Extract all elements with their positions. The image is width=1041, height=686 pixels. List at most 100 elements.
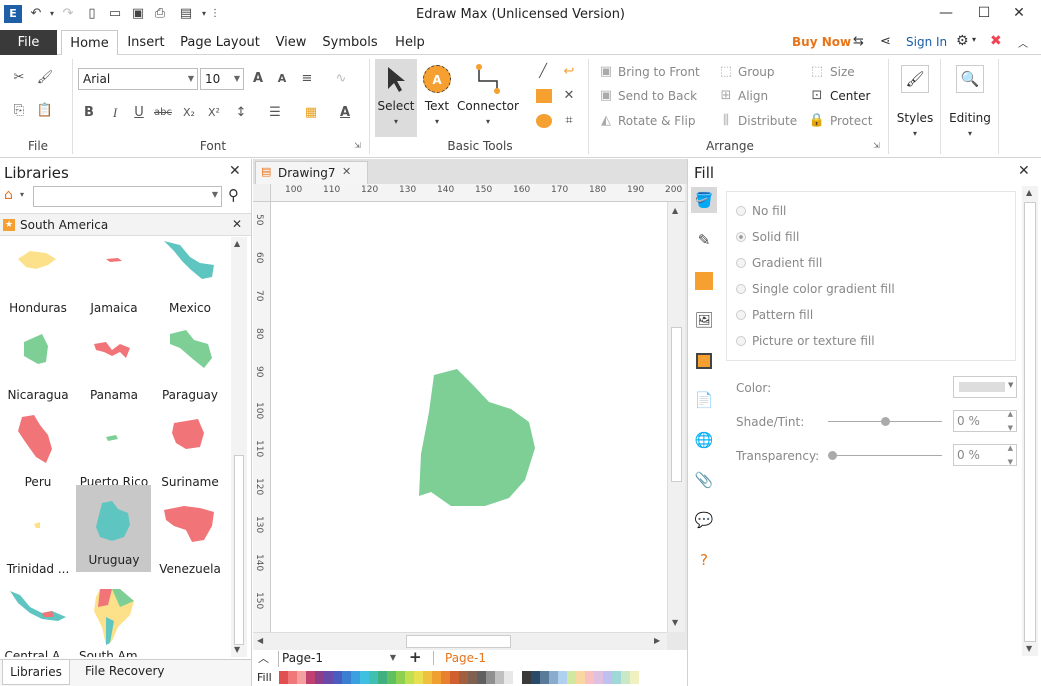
help-icon[interactable]: ? (691, 547, 717, 573)
bold-icon[interactable]: B (80, 104, 98, 122)
tab-insert[interactable]: Insert (122, 30, 170, 55)
transparency-input[interactable]: 0 % ▲ ▼ (953, 444, 1017, 466)
palette-swatch[interactable] (360, 671, 369, 684)
library-item-peru[interactable]: Peru (0, 411, 76, 498)
palette-swatch[interactable] (369, 671, 378, 684)
comment-icon[interactable]: 💬 (691, 507, 717, 533)
tab-symbols[interactable]: Symbols (321, 30, 379, 55)
palette-swatch[interactable] (378, 671, 387, 684)
palette-swatch[interactable] (621, 671, 630, 684)
palette-swatch[interactable] (630, 671, 639, 684)
gear-dropdown-icon[interactable]: ▾ (972, 35, 976, 44)
fill-option-no-fill[interactable]: No fill (736, 204, 786, 218)
palette-swatch[interactable] (315, 671, 324, 684)
distribute-button[interactable]: Distribute (738, 114, 797, 128)
drawing-page[interactable] (271, 202, 667, 632)
palette-swatch[interactable] (279, 671, 288, 684)
palette-swatch[interactable] (531, 671, 540, 684)
palette-swatch[interactable] (441, 671, 450, 684)
canvas-h-scrollbar[interactable]: ◀ ▶ (253, 632, 667, 650)
line-spacing-icon[interactable]: ↕ (232, 104, 250, 122)
palette-swatch[interactable] (576, 671, 585, 684)
palette-swatch[interactable] (567, 671, 576, 684)
tab-home[interactable]: Home (61, 30, 118, 56)
rectangle-icon[interactable] (536, 89, 552, 103)
fill-option-gradient-fill[interactable]: Gradient fill (736, 256, 822, 270)
canvas-scroll-right-icon[interactable]: ▶ (654, 636, 660, 645)
transparency-handle[interactable] (828, 451, 837, 460)
transparency-track[interactable] (828, 455, 942, 456)
color-palette[interactable] (279, 671, 639, 684)
palette-swatch[interactable] (459, 671, 468, 684)
library-item-central-america[interactable]: Central A... (0, 585, 76, 657)
palette-swatch[interactable] (414, 671, 423, 684)
underline-icon[interactable]: U (130, 104, 148, 122)
library-item-paraguay[interactable]: Paraguay (152, 324, 228, 411)
library-item-panama[interactable]: Panama (76, 324, 152, 411)
color-picker[interactable]: ▼ (953, 376, 1017, 398)
close-libraries-icon[interactable]: ✕ (229, 163, 241, 179)
apps-icon[interactable]: ✖ (990, 33, 1002, 49)
tab-help[interactable]: Help (391, 30, 429, 55)
styles-button[interactable]: 🖌 Styles ▾ (894, 59, 936, 149)
palette-swatch[interactable] (387, 671, 396, 684)
protect-button[interactable]: Protect (830, 114, 872, 128)
superscript-icon[interactable]: X² (205, 104, 223, 122)
globe-icon[interactable]: 🌐 (691, 427, 717, 453)
library-scroll-thumb[interactable] (234, 455, 244, 645)
canvas-scroll-down-icon[interactable]: ▼ (672, 618, 678, 627)
size-button[interactable]: Size (830, 65, 855, 79)
search-icon[interactable]: ⚲ (228, 186, 239, 204)
collapse-ribbon-icon[interactable]: ︿ (1018, 35, 1028, 50)
align-objects-icon[interactable]: ⊞ (717, 87, 735, 105)
copy-icon[interactable]: ⎘ (10, 102, 28, 120)
rotate-flip-icon[interactable]: ◭ (597, 112, 615, 130)
cross-icon[interactable]: ✕ (560, 87, 578, 105)
library-scrollbar[interactable]: ▲ ▼ (231, 237, 247, 657)
font-color-icon[interactable]: A (336, 104, 354, 122)
italic-icon[interactable]: I (106, 104, 124, 122)
canvas-v-scrollbar[interactable]: ▲ ▼ (667, 202, 685, 632)
page-tab-active[interactable]: Page-1 (445, 651, 486, 665)
palette-swatch[interactable] (558, 671, 567, 684)
palette-swatch[interactable] (495, 671, 504, 684)
align-icon[interactable]: ≡ (298, 70, 316, 88)
minimize-button[interactable]: — (931, 2, 961, 24)
library-category-header[interactable]: ★ South America ✕ (0, 213, 251, 236)
document-tab[interactable]: ▤ Drawing7 ✕ (255, 161, 368, 184)
shade-tint-handle[interactable] (881, 417, 890, 426)
uruguay-map-shape[interactable] (419, 369, 535, 506)
palette-swatch[interactable] (432, 671, 441, 684)
font-size-select[interactable]: 10 ▼ (200, 68, 244, 90)
send-to-back-icon[interactable]: ▣ (597, 87, 615, 105)
fill-option-solid-fill[interactable]: Solid fill (736, 230, 799, 244)
palette-swatch[interactable] (288, 671, 297, 684)
editing-button[interactable]: 🔍 Editing ▾ (945, 59, 995, 149)
attachment-icon[interactable]: 📎 (691, 467, 717, 493)
library-item-suriname[interactable]: Suriname (152, 411, 228, 498)
connector-style-icon[interactable]: ∿ (332, 70, 350, 88)
maximize-button[interactable]: ☐ (969, 2, 999, 24)
page-select[interactable]: Page-1 ▼ (278, 651, 396, 667)
palette-swatch[interactable] (468, 671, 477, 684)
bring-to-front-icon[interactable]: ▣ (597, 63, 615, 81)
library-item-uruguay[interactable]: Uruguay (76, 485, 151, 572)
connector-tool[interactable]: Connector ▾ (456, 59, 520, 137)
library-home-icon[interactable]: ⌂ (4, 187, 13, 203)
tab-libraries[interactable]: Libraries (2, 660, 70, 685)
paste-icon[interactable]: 📋 (36, 102, 54, 120)
line-pen-icon[interactable]: ✎ (691, 227, 717, 253)
rotate-flip-button[interactable]: Rotate & Flip (618, 114, 695, 128)
center-button[interactable]: Center (830, 89, 870, 103)
group-icon[interactable]: ⬚ (717, 63, 735, 81)
fill-scroll-thumb[interactable] (1024, 202, 1036, 642)
page-collapse-icon[interactable]: ︿ (258, 650, 269, 666)
arrange-dialog-icon[interactable]: ⇲ (873, 141, 880, 150)
share-icon[interactable]: ⋖ (880, 34, 891, 49)
size-icon[interactable]: ⬚ (808, 63, 826, 81)
group-button[interactable]: Group (738, 65, 775, 79)
library-item-honduras[interactable]: Honduras (0, 237, 76, 324)
close-document-icon[interactable]: ✕ (342, 165, 351, 178)
palette-swatch[interactable] (549, 671, 558, 684)
strikethrough-icon[interactable]: abc (154, 104, 172, 122)
